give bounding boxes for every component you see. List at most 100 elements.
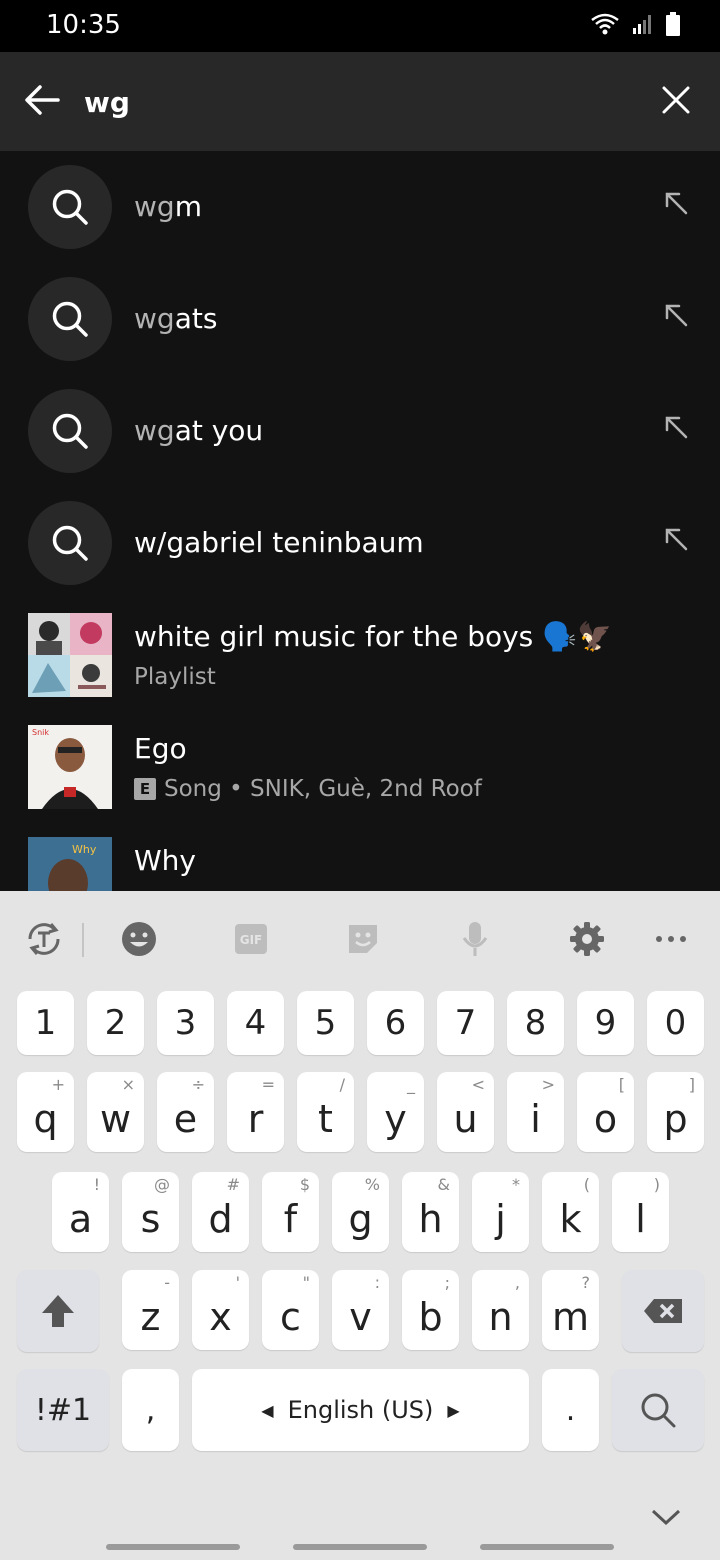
key-hint: ÷ (191, 1075, 205, 1094)
number-key-9[interactable]: 9 (577, 991, 634, 1055)
letter-key-l[interactable]: l) (612, 1172, 669, 1252)
letter-key-i[interactable]: i > (507, 1072, 564, 1152)
nav-bar-back[interactable] (480, 1544, 614, 1550)
letter-key-x[interactable]: x ' (192, 1270, 249, 1350)
suggestion-row[interactable]: w/gabriel teninbaum (0, 487, 720, 599)
letter-key-k[interactable]: k( (542, 1172, 599, 1252)
key-label: o (593, 1097, 618, 1141)
key-hint: / (339, 1075, 345, 1094)
key-hint: " (302, 1273, 310, 1292)
keyboard: GIF 1 2 3 4 5 6 7 8 9 0 q + w × e ÷ r = … (0, 891, 720, 1560)
letter-key-j[interactable]: j * (472, 1172, 529, 1252)
symbols-key[interactable]: !#1 (17, 1369, 109, 1451)
comma-key[interactable]: , (122, 1369, 179, 1451)
back-arrow-icon[interactable] (20, 78, 64, 122)
shift-arrow-icon (42, 1295, 74, 1327)
result-title: Why (134, 844, 197, 877)
search-input[interactable] (84, 80, 624, 124)
letter-key-p[interactable]: p] (647, 1072, 704, 1152)
letter-key-u[interactable]: u < (437, 1072, 494, 1152)
suggestion-row[interactable]: wgats (0, 263, 720, 375)
letter-key-g[interactable]: g% (332, 1172, 389, 1252)
number-key-0[interactable]: 0 (647, 991, 704, 1055)
nav-bar-home[interactable] (293, 1544, 427, 1550)
number-key-4[interactable]: 4 (227, 991, 284, 1055)
number-key-8[interactable]: 8 (507, 991, 564, 1055)
key-label: d (208, 1197, 233, 1241)
backspace-icon (644, 1299, 682, 1323)
letter-key-y[interactable]: y _ (367, 1072, 424, 1152)
search-icon (52, 413, 88, 449)
search-circle (28, 389, 112, 473)
letter-key-z[interactable]: z- (122, 1270, 179, 1350)
fill-query-arrow-icon[interactable] (662, 413, 690, 441)
key-label: r (247, 1097, 264, 1141)
letter-key-v[interactable]: v: (332, 1270, 389, 1350)
letter-key-f[interactable]: f $ (262, 1172, 319, 1252)
nav-bar-recents[interactable] (106, 1544, 240, 1550)
more-options-icon[interactable] (651, 919, 691, 959)
letter-key-s[interactable]: s @ (122, 1172, 179, 1252)
number-key-3[interactable]: 3 (157, 991, 214, 1055)
number-key-5[interactable]: 5 (297, 991, 354, 1055)
suggestion-rest: ats (174, 302, 218, 335)
number-key-2[interactable]: 2 (87, 991, 144, 1055)
letter-key-m[interactable]: m? (542, 1270, 599, 1350)
explicit-badge: E (134, 778, 156, 800)
result-row-song[interactable]: Why Why (0, 823, 720, 891)
key-label: e (173, 1097, 198, 1141)
shift-key[interactable] (17, 1270, 99, 1352)
microphone-icon[interactable] (455, 919, 495, 959)
search-icon (52, 301, 88, 337)
letter-key-w[interactable]: w × (87, 1072, 144, 1152)
letter-key-b[interactable]: b; (402, 1270, 459, 1350)
letter-key-r[interactable]: r = (227, 1072, 284, 1152)
letter-key-o[interactable]: o[ (577, 1072, 634, 1152)
letter-key-c[interactable]: c " (262, 1270, 319, 1350)
key-label: j (495, 1197, 506, 1241)
key-label: m (551, 1295, 590, 1339)
letter-key-a[interactable]: a! (52, 1172, 109, 1252)
sticker-icon[interactable] (343, 919, 383, 959)
search-key[interactable] (612, 1369, 704, 1451)
suggestion-row[interactable]: wgm (0, 151, 720, 263)
emoji-icon[interactable] (119, 919, 159, 959)
period-key[interactable]: . (542, 1369, 599, 1451)
suggestion-row[interactable]: wgat you (0, 375, 720, 487)
letter-key-h[interactable]: h & (402, 1172, 459, 1252)
fill-query-arrow-icon[interactable] (662, 301, 690, 329)
settings-gear-icon[interactable] (567, 919, 607, 959)
letter-key-d[interactable]: d # (192, 1172, 249, 1252)
gif-icon[interactable]: GIF (231, 919, 271, 959)
number-key-1[interactable]: 1 (17, 991, 74, 1055)
result-row-playlist[interactable]: white girl music for the boys 🗣️🦅 Playli… (0, 599, 720, 711)
key-label: 6 (384, 1003, 407, 1043)
letter-key-e[interactable]: e ÷ (157, 1072, 214, 1152)
letter-key-n[interactable]: n, (472, 1270, 529, 1350)
backspace-key[interactable] (622, 1270, 704, 1352)
search-circle (28, 277, 112, 361)
fill-query-arrow-icon[interactable] (662, 189, 690, 217)
close-icon[interactable] (658, 82, 694, 118)
number-key-7[interactable]: 7 (437, 991, 494, 1055)
search-circle (28, 501, 112, 585)
status-bar: 10:35 (0, 0, 720, 52)
result-row-song[interactable]: Snik Ego E Song • SNIK, Guè, 2nd Roof (0, 711, 720, 823)
letter-key-t[interactable]: t / (297, 1072, 354, 1152)
fill-query-arrow-icon[interactable] (662, 525, 690, 553)
key-hint: : (374, 1273, 380, 1292)
space-key[interactable]: ◀ English (US) ▶ (192, 1369, 529, 1451)
number-key-6[interactable]: 6 (367, 991, 424, 1055)
result-title: white girl music for the boys 🗣️🦅 (134, 620, 612, 653)
search-icon (641, 1393, 676, 1428)
hide-keyboard-chevron-icon[interactable] (650, 1505, 682, 1529)
letter-key-q[interactable]: q + (17, 1072, 74, 1152)
wifi-icon (591, 13, 619, 35)
key-label: l (635, 1197, 646, 1241)
search-circle (28, 165, 112, 249)
suggestion-typed: wg (134, 414, 175, 447)
key-hint: @ (154, 1175, 170, 1194)
translate-icon[interactable] (24, 919, 64, 959)
key-hint: > (541, 1075, 555, 1094)
key-hint: < (471, 1075, 485, 1094)
